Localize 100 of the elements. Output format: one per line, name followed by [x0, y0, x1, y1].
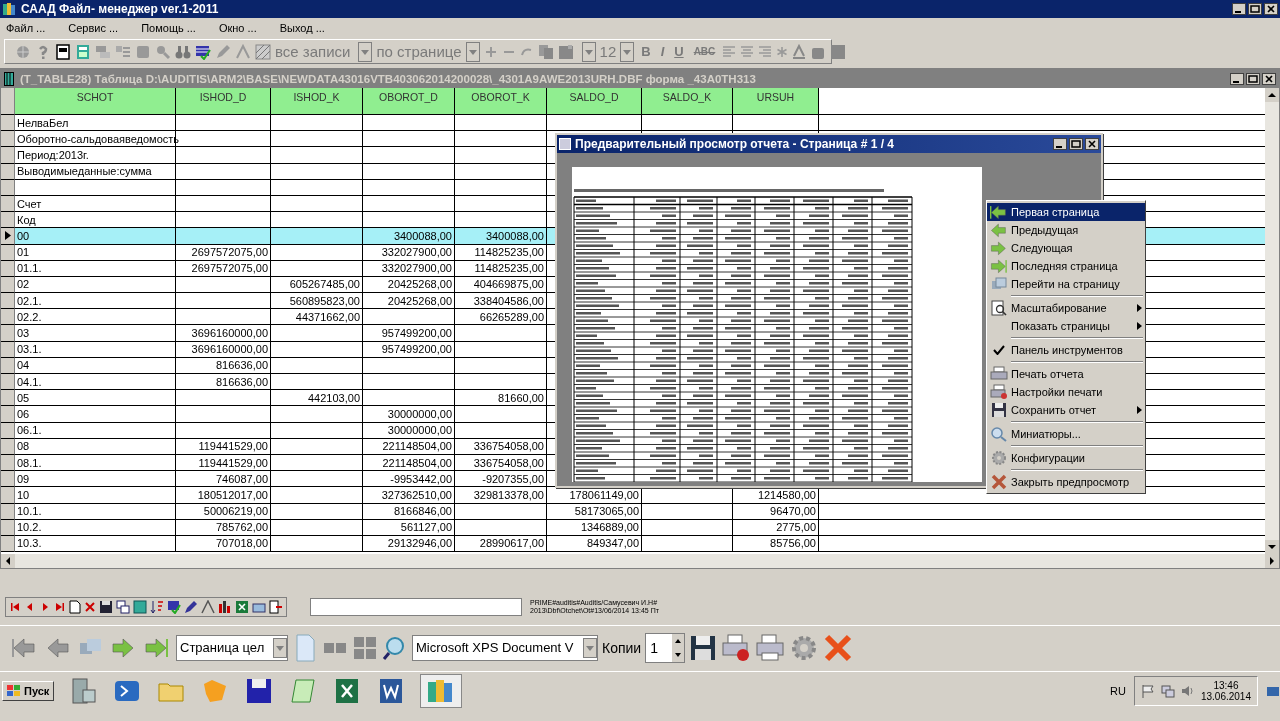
menu-item[interactable]: Первая страница [987, 203, 1145, 221]
column-header[interactable]: OBOROT_K [455, 88, 547, 115]
pencil-icon[interactable] [184, 600, 198, 614]
close-icon[interactable] [1085, 138, 1099, 150]
menu-item[interactable]: Панель инструментов [987, 341, 1145, 359]
menu-item[interactable]: Показать страницы [987, 317, 1145, 335]
table-cell: 30000000,00 [363, 422, 455, 439]
column-header[interactable]: SALDO_D [547, 88, 642, 115]
row-indicator[interactable] [1, 115, 15, 132]
import-icon[interactable] [269, 600, 283, 614]
menu-item[interactable]: Миниатюры... [987, 425, 1145, 443]
submenu-arrow-icon [1137, 304, 1142, 312]
column-header[interactable]: OBOROT_D [363, 88, 455, 115]
scroll-right-icon[interactable] [1265, 554, 1279, 568]
hatched-grid-icon[interactable] [255, 43, 271, 60]
table-cell: 66265289,00 [455, 309, 547, 326]
minimize-icon[interactable] [1053, 138, 1067, 150]
printer-settings-icon[interactable] [721, 632, 752, 663]
row-indicator[interactable] [1, 374, 15, 391]
column-header[interactable]: ISHOD_K [271, 88, 363, 115]
menu-item[interactable]: Сохранить отчет [987, 401, 1145, 419]
printer-settings-icon [990, 384, 1008, 400]
row-indicator[interactable] [1, 147, 15, 164]
maximize-icon[interactable] [1069, 138, 1083, 150]
row-indicator[interactable] [1, 293, 15, 310]
sort-icon[interactable] [150, 600, 164, 614]
new-document-icon[interactable] [69, 600, 81, 614]
menu-item[interactable]: Перейти на страницу [987, 275, 1145, 293]
table-cell: 442103,00 [271, 390, 363, 407]
last-page-arrow-icon [990, 258, 1008, 274]
menu-item[interactable]: Конфигурации [987, 449, 1145, 467]
books-icon[interactable] [420, 673, 463, 708]
row-indicator[interactable] [1, 325, 15, 342]
table-cell: 04 [15, 357, 176, 374]
scroll-up-icon[interactable] [1265, 88, 1279, 102]
copies-spinner[interactable]: 1 [645, 632, 686, 663]
table-cell: 114825235,00 [455, 260, 547, 277]
network-icon[interactable] [1160, 683, 1175, 698]
restore-icon[interactable] [1248, 3, 1262, 15]
copies-label: Копии [602, 639, 642, 656]
printer-icon[interactable] [755, 632, 786, 663]
preview-window-title: Предварительный просмотр отчета - Страница # 1 / 4 [575, 137, 894, 151]
row-indicator[interactable] [1, 131, 15, 148]
binoculars-icon[interactable] [175, 43, 191, 60]
delete-icon[interactable] [84, 601, 96, 613]
spreadsheet-icon[interactable] [235, 600, 249, 614]
table-window-title: (T_TABLE28) Таблица D:\AUDITIS\ARM2\BASE\NEWDATA43016VTB403062014200028\_4301A9AWE2013URH.DBF форма _43A0TH313 [20, 72, 756, 85]
last-record-icon[interactable] [54, 601, 66, 613]
left-arrow-icon [990, 222, 1008, 238]
column-header[interactable]: SCHOT [15, 88, 176, 115]
start-button[interactable]: Пуск [2, 680, 55, 701]
windows-icon[interactable] [116, 600, 130, 614]
page-mode-combo[interactable]: Страница цел [176, 634, 288, 661]
close-icon[interactable] [1264, 3, 1278, 15]
restore-icon[interactable] [1246, 72, 1260, 85]
flag-icon[interactable] [1140, 683, 1155, 698]
menu-item[interactable]: Следующая [987, 239, 1145, 257]
menu-item[interactable]: Предыдущая [987, 221, 1145, 239]
column-header[interactable]: URSUH [733, 88, 819, 115]
menu-item[interactable]: Окно ... [216, 22, 264, 34]
spin-arrows-icon[interactable] [672, 633, 685, 662]
column-header[interactable]: SALDO_K [642, 88, 733, 115]
row-indicator[interactable] [1, 309, 15, 326]
menu-item[interactable]: Выход ... [277, 22, 332, 34]
table-cell: 114825235,00 [455, 244, 547, 261]
text-color-icon[interactable] [792, 43, 807, 60]
table-cell: -9953442,00 [363, 471, 455, 488]
status-field[interactable] [310, 598, 522, 616]
export-icon[interactable] [252, 600, 266, 614]
menu-item[interactable]: Последняя страница [987, 257, 1145, 275]
windows-logo-icon [7, 684, 21, 697]
menu-item[interactable]: Масштабирование [987, 299, 1145, 317]
table-cell: Счет [15, 195, 176, 213]
close-icon[interactable] [1262, 72, 1276, 85]
minimize-icon[interactable] [1230, 72, 1244, 85]
speaker-icon[interactable] [1180, 683, 1195, 698]
row-indicator[interactable] [1, 390, 15, 407]
language-indicator[interactable]: RU [1110, 684, 1126, 697]
scroll-down-icon[interactable] [1265, 540, 1279, 554]
row-indicator[interactable] [1, 406, 15, 423]
menu-item[interactable]: Сервис ... [66, 22, 126, 34]
chart-icon[interactable] [218, 600, 232, 614]
menu-item[interactable]: Настройки печати [987, 383, 1145, 401]
printer-combo[interactable]: Microsoft XPS Document V [412, 634, 598, 661]
row-indicator[interactable] [1, 228, 15, 245]
table-check-icon[interactable] [167, 600, 181, 614]
table-cell: 29132946,00 [363, 535, 455, 553]
row-indicator[interactable] [1, 487, 15, 504]
menu-item[interactable]: Закрыть предпросмотр [987, 473, 1145, 491]
row-indicator[interactable] [1, 212, 15, 229]
menu-item[interactable]: Помощь ... [139, 22, 203, 34]
first-record-icon[interactable] [9, 601, 21, 613]
menu-item[interactable]: Печать отчета [987, 365, 1145, 383]
scroll-left-icon[interactable] [1, 554, 15, 568]
table-cell: 2697572075,00 [176, 260, 271, 277]
table-check-icon[interactable] [195, 43, 211, 60]
menu-item[interactable]: Файл ... [4, 22, 53, 34]
minimize-icon[interactable] [1232, 3, 1246, 15]
row-indicator[interactable] [1, 471, 15, 488]
column-header[interactable]: ISHOD_D [176, 88, 271, 115]
